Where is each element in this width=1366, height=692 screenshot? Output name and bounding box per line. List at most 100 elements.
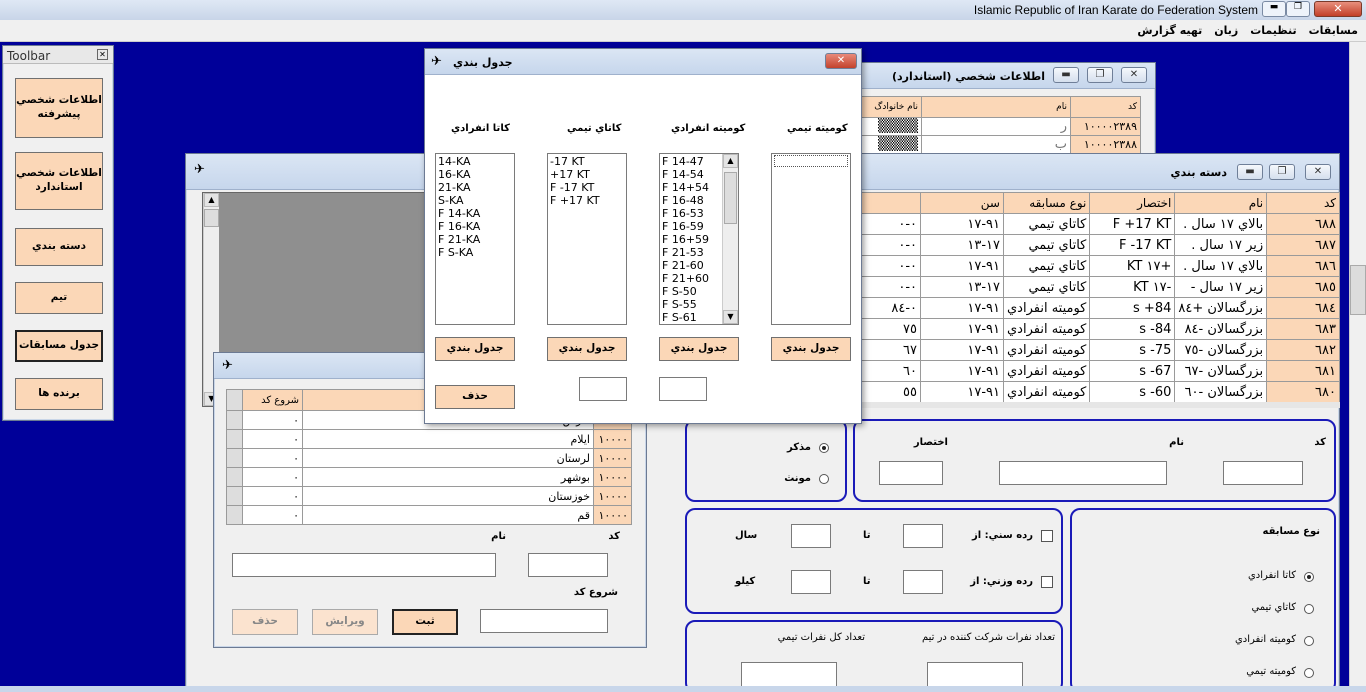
gender-group: مذکر مونث xyxy=(685,419,847,502)
personal-max-button[interactable]: ❐ xyxy=(1087,67,1113,83)
category-hscroll[interactable] xyxy=(858,402,1340,408)
list-item[interactable]: -17 KT xyxy=(550,155,624,168)
age-from-input[interactable] xyxy=(903,524,943,548)
table-row[interactable]: ٠ بوشهر ١٠٠٠٠ xyxy=(226,467,632,487)
table-row[interactable]: ▒▒▒▒ ب ١٠٠٠٠٢٣٨٨ xyxy=(859,135,1141,154)
table-row[interactable]: ٠ خوزستان ١٠٠٠٠ xyxy=(226,486,632,506)
schedule-delete-button[interactable]: حذف xyxy=(435,385,515,409)
row-header[interactable] xyxy=(226,429,243,449)
cell-type: کاتاي تيمي xyxy=(1002,234,1091,256)
toolbar-close-icon[interactable]: ✕ xyxy=(97,49,108,60)
menu-reports[interactable]: تهيه گزارش xyxy=(1137,24,1202,37)
list-item[interactable]: 14-KA xyxy=(438,155,512,168)
list-item[interactable]: F S-KA xyxy=(438,246,512,259)
female-radio[interactable] xyxy=(819,474,829,484)
menu-settings[interactable]: تنظيمات xyxy=(1250,24,1296,37)
cell-extra: ٠-٠ xyxy=(858,213,921,235)
schedule-kata-team-button[interactable]: جدول بندي xyxy=(547,337,627,361)
weight-checkbox[interactable] xyxy=(1041,576,1053,588)
menu-language[interactable]: زبان xyxy=(1214,24,1238,37)
menu-competitions[interactable]: مسابقات xyxy=(1309,24,1358,37)
schedule-kata-individual-button[interactable]: جدول بندي xyxy=(435,337,515,361)
personal-min-button[interactable]: ▬ xyxy=(1053,67,1079,83)
name-input[interactable] xyxy=(999,461,1167,485)
team-save-button[interactable]: ثبت xyxy=(392,609,458,635)
list-item[interactable]: F +17 KT xyxy=(550,194,624,207)
list-item[interactable]: 16-KA xyxy=(438,168,512,181)
advanced-personal-info-button[interactable]: اطلاعات شخصي پيشرفته xyxy=(15,78,103,138)
table-row[interactable]: ٠-٠ ٩١-١٧ کاتاي تيمي F +17 KT بالاي ١٧ سال .… xyxy=(858,213,1340,235)
kumite-team-list[interactable] xyxy=(771,153,851,325)
kata-team-radio[interactable] xyxy=(1304,604,1314,614)
table-row[interactable]: ٧٥ ٩١-١٧ کوميته انفرادي s -84 بزرگسالان -٨٤ ٦… xyxy=(858,318,1340,340)
cell-name: بزرگسالان -٧٥ xyxy=(1174,339,1268,361)
table-row[interactable]: ٠-٠ ١٧-١٣ کاتاي تيمي KT ١٧- زير ١٧ سال -٦٨٥ xyxy=(858,276,1340,298)
schedule-kumite-team-button[interactable]: جدول بندي xyxy=(771,337,851,361)
categories-button[interactable]: دسته بندي xyxy=(15,228,103,266)
kumite-team-radio[interactable] xyxy=(1304,668,1314,678)
table-row[interactable]: ٥٥ ٩١-١٧ کوميته انفرادي s -60 بزرگسالان -٦٠ ٦… xyxy=(858,381,1340,403)
table-row[interactable]: ٦٠ ٩١-١٧ کوميته انفرادي s -67 بزرگسالان -٦٧ ٦… xyxy=(858,360,1340,382)
abbr-input[interactable] xyxy=(879,461,943,485)
table-row[interactable]: ٠ قم ١٠٠٠٠ xyxy=(226,505,632,525)
row-header[interactable] xyxy=(226,467,243,487)
row-header[interactable] xyxy=(226,448,243,468)
main-scrollbar[interactable] xyxy=(1349,42,1366,692)
cell-extra: ٠-٠ xyxy=(858,234,921,256)
start-code-input[interactable] xyxy=(480,609,608,633)
cell-abbr: s -84 xyxy=(1089,318,1176,340)
close-button[interactable]: ✕ xyxy=(1314,1,1362,17)
app-title: Islamic Republic of Iran Karate do Feder… xyxy=(973,3,1258,17)
kata-individual-radio[interactable] xyxy=(1304,572,1314,582)
team-delete-button[interactable]: حذف xyxy=(232,609,298,635)
kata-team-list[interactable]: -17 KT +17 KT F -17 KT F +17 KT xyxy=(547,153,627,325)
kumite-individual-radio[interactable] xyxy=(1304,636,1314,646)
table-row[interactable]: ٠-٠ ٩١-١٧ کاتاي تيمي KT ١٧+ بالاي ١٧ سال . ٦٨… xyxy=(858,255,1340,277)
code-input[interactable] xyxy=(1223,461,1303,485)
table-row[interactable]: ٠-٨٤ ٩١-١٧ کوميته انفرادي s +84 بزرگسالان +٨… xyxy=(858,297,1340,319)
row-header[interactable] xyxy=(226,486,243,506)
kata-individual-list[interactable]: 14-KA 16-KA 21-KA S-KA F 14-KA F 16-KA F 21-KA… xyxy=(435,153,515,325)
team-button[interactable]: تيم xyxy=(15,282,103,314)
list-item[interactable]: F -17 KT xyxy=(550,181,624,194)
list-item[interactable]: +17 KT xyxy=(550,168,624,181)
team-total-input[interactable] xyxy=(741,662,837,688)
team-name-input[interactable] xyxy=(232,553,496,577)
category-min-button[interactable]: ▬ xyxy=(1237,164,1263,180)
personal-close-button[interactable]: ✕ xyxy=(1121,67,1147,83)
list-item[interactable]: F 16-KA xyxy=(438,220,512,233)
table-row[interactable]: ٠ ايلام ١٠٠٠٠ xyxy=(226,429,632,449)
table-row[interactable]: ٦٧ ٩١-١٧ کوميته انفرادي s -75 بزرگسالان -٧٥ ٦… xyxy=(858,339,1340,361)
list-item[interactable]: 21-KA xyxy=(438,181,512,194)
minimize-button[interactable]: ▬ xyxy=(1262,1,1286,17)
table-row[interactable]: ٠-٠ ١٧-١٣ کاتاي تيمي F -17 KT زير ١٧ سال . ٦٨… xyxy=(858,234,1340,256)
weight-from-input[interactable] xyxy=(903,570,943,594)
age-checkbox[interactable] xyxy=(1041,530,1053,542)
male-radio[interactable] xyxy=(819,443,829,453)
schedule-input-1[interactable] xyxy=(579,377,627,401)
schedule-close-button[interactable]: ✕ xyxy=(825,53,857,69)
winners-button[interactable]: برنده ها xyxy=(15,378,103,410)
restore-button[interactable]: ❐ xyxy=(1286,1,1310,17)
weight-to-input[interactable] xyxy=(791,570,831,594)
age-to-input[interactable] xyxy=(791,524,831,548)
col-code: کد xyxy=(1070,96,1141,118)
list-item[interactable]: F 21-KA xyxy=(438,233,512,246)
standard-personal-info-button[interactable]: اطلاعات شخصي استاندارد xyxy=(15,152,103,210)
team-edit-button[interactable]: ويرايش xyxy=(312,609,378,635)
row-header[interactable] xyxy=(226,410,243,430)
category-close-button[interactable]: ✕ xyxy=(1305,164,1331,180)
team-participants-input[interactable] xyxy=(927,662,1023,688)
row-header[interactable] xyxy=(226,505,243,525)
schedule-kumite-individual-button[interactable]: جدول بندي xyxy=(659,337,739,361)
team-code-input[interactable] xyxy=(528,553,608,577)
list-item[interactable]: S-KA xyxy=(438,194,512,207)
list-item[interactable]: F 14-KA xyxy=(438,207,512,220)
table-row[interactable]: ٠ لرستان ١٠٠٠٠ xyxy=(226,448,632,468)
competition-table-button[interactable]: جدول مسابقات xyxy=(15,330,103,362)
table-row[interactable]: ▒▒▒▒ ر ١٠٠٠٠٢٣٨٩ xyxy=(859,117,1141,136)
schedule-input-2[interactable] xyxy=(659,377,707,401)
kumite-individual-scrollbar[interactable]: ▲ ▼ xyxy=(722,154,738,324)
category-max-button[interactable]: ❐ xyxy=(1269,164,1295,180)
cell-type: کاتاي تيمي xyxy=(1002,255,1091,277)
